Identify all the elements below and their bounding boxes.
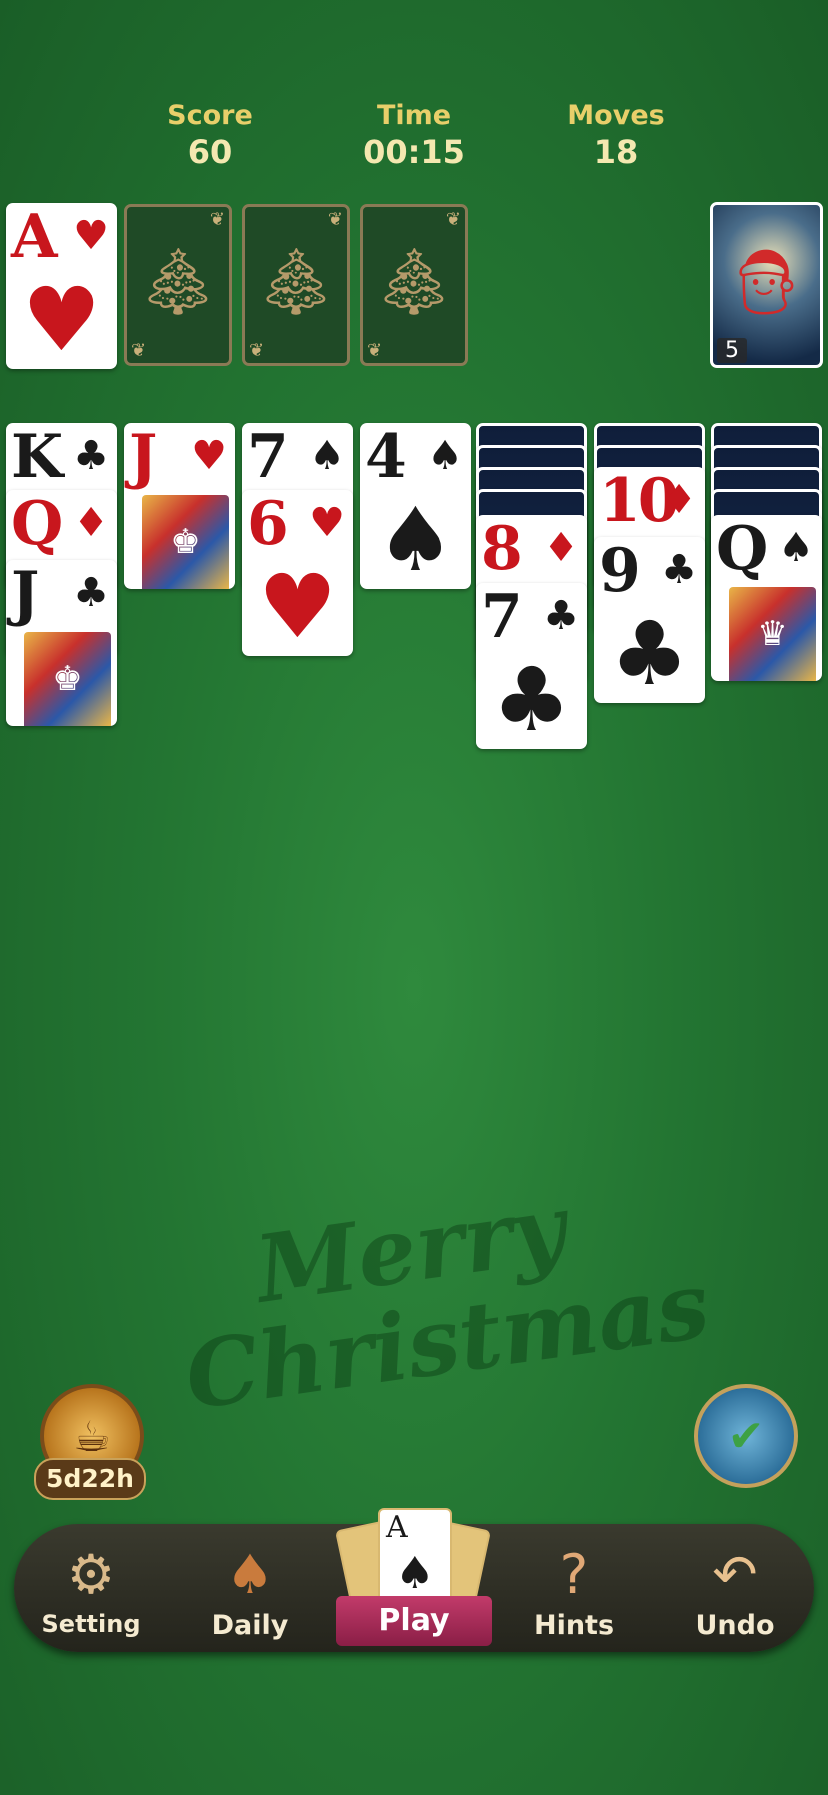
daily-button[interactable]: ♠ Daily [185, 1540, 315, 1650]
tableau-card-nine-clubs[interactable]: 9 ♣ ♣ [594, 537, 705, 703]
queen-face-icon: ♛ [729, 587, 816, 681]
card-rank: 9 [599, 537, 641, 606]
play-card-suit: ♠ [395, 1548, 435, 1599]
card-rank: 4 [365, 423, 407, 492]
card-suit-small: ♠ [309, 433, 345, 479]
foundation-slot-3[interactable]: ❦ 🎄︎ ❦ [242, 204, 350, 366]
card-suit-big: ♣ [610, 602, 689, 703]
foundation-slot-2[interactable]: ❦ 🎄︎ ❦ [124, 204, 232, 366]
undo-label: Undo [695, 1610, 775, 1641]
stocking-icon: ❦ [249, 340, 265, 361]
score-stat: Score 60 [120, 100, 300, 171]
gear-icon: ⚙ [66, 1543, 116, 1606]
tableau-card-queen-spades[interactable]: Q ♠ ♛ [711, 515, 822, 681]
stock-count: 5 [717, 338, 747, 363]
tree-icon: 🎄︎ [255, 246, 337, 320]
card-rank: 6 [247, 490, 289, 559]
card-suit-small: ♣ [73, 570, 109, 616]
card-rank: J [11, 560, 39, 629]
calendar-icon: ♠ [225, 1543, 275, 1606]
bell-icon: ❦ [209, 209, 225, 230]
card-suit-small: ♣ [543, 593, 579, 639]
merry-christmas-watermark: Merry Christmas [166, 1168, 715, 1463]
jack-face-icon: ♚ [24, 632, 111, 726]
moves-stat: Moves 18 [526, 100, 706, 171]
time-value: 00:15 [363, 133, 465, 171]
card-suit-big: ♠ [376, 488, 455, 589]
undo-button[interactable]: ↶ Undo [670, 1540, 800, 1650]
jack-face-icon: ♚ [142, 495, 229, 589]
moves-value: 18 [593, 133, 639, 171]
tableau-card-seven-clubs[interactable]: 7 ♣ ♣ [476, 583, 587, 749]
card-suit-small: ♣ [73, 433, 109, 479]
tree-icon: 🎄︎ [373, 246, 455, 320]
moves-label: Moves [567, 100, 665, 131]
card-suit-big: ♥ [258, 555, 337, 656]
play-button[interactable]: Play [336, 1596, 492, 1646]
hints-label: Hints [533, 1610, 615, 1641]
card-rank: A [11, 203, 58, 272]
time-stat: Time 00:15 [324, 100, 504, 171]
card-suit-small: ♥ [309, 500, 345, 546]
santa-icon: 🎅︎ [725, 246, 808, 320]
card-suit-small: ♥ [191, 433, 227, 479]
bell-icon: ❦ [327, 209, 343, 230]
hints-button[interactable]: ? Hints [509, 1540, 639, 1650]
card-suit-small: ♦ [73, 500, 109, 546]
card-rank: Q [716, 515, 768, 584]
undo-arrow-icon: ↶ [712, 1543, 758, 1606]
tableau-card-jack-clubs[interactable]: J ♣ ♚ [6, 560, 117, 726]
card-suit-big: ♥ [22, 268, 101, 369]
setting-label: Setting [41, 1610, 141, 1638]
bell-icon: ❦ [445, 209, 461, 230]
lightbulb-icon: ? [559, 1543, 589, 1606]
tableau-card-jack-hearts[interactable]: J ♥ ♚ [124, 423, 235, 589]
card-rank: 7 [247, 423, 289, 492]
stock-pile[interactable]: 🎅︎ 5 [710, 202, 823, 368]
card-suit-small: ♣ [661, 547, 697, 593]
stocking-icon: ❦ [367, 340, 383, 361]
card-suit-small: ♥ [73, 213, 109, 259]
score-value: 60 [187, 133, 233, 171]
tableau-card-four-spades[interactable]: 4 ♠ ♠ [360, 423, 471, 589]
time-label: Time [376, 100, 452, 131]
card-rank: K [11, 423, 63, 492]
setting-button[interactable]: ⚙ Setting [26, 1540, 156, 1650]
daily-label: Daily [211, 1610, 289, 1641]
play-card-rank: A [386, 1510, 408, 1545]
card-rank: 7 [481, 583, 523, 652]
foundation-slot-4[interactable]: ❦ 🎄︎ ❦ [360, 204, 468, 366]
card-suit-small: ♠ [427, 433, 463, 479]
card-rank: J [129, 423, 157, 492]
card-suit-small: ♦ [661, 477, 697, 523]
event-timer[interactable]: 5d22h [34, 1458, 146, 1500]
card-suit-small: ♠ [778, 525, 814, 571]
clipboard-check-icon[interactable]: ✔ [694, 1384, 798, 1488]
stocking-icon: ❦ [131, 340, 147, 361]
card-rank: Q [11, 490, 63, 559]
card-rank: 8 [481, 515, 523, 584]
score-label: Score [167, 100, 253, 131]
card-suit-big: ♣ [492, 648, 571, 749]
foundation-card-ace-hearts[interactable]: A ♥ ♥ [6, 203, 117, 369]
tableau-card-six-hearts[interactable]: 6 ♥ ♥ [242, 490, 353, 656]
card-suit-small: ♦ [543, 525, 579, 571]
tree-icon: 🎄︎ [137, 246, 219, 320]
